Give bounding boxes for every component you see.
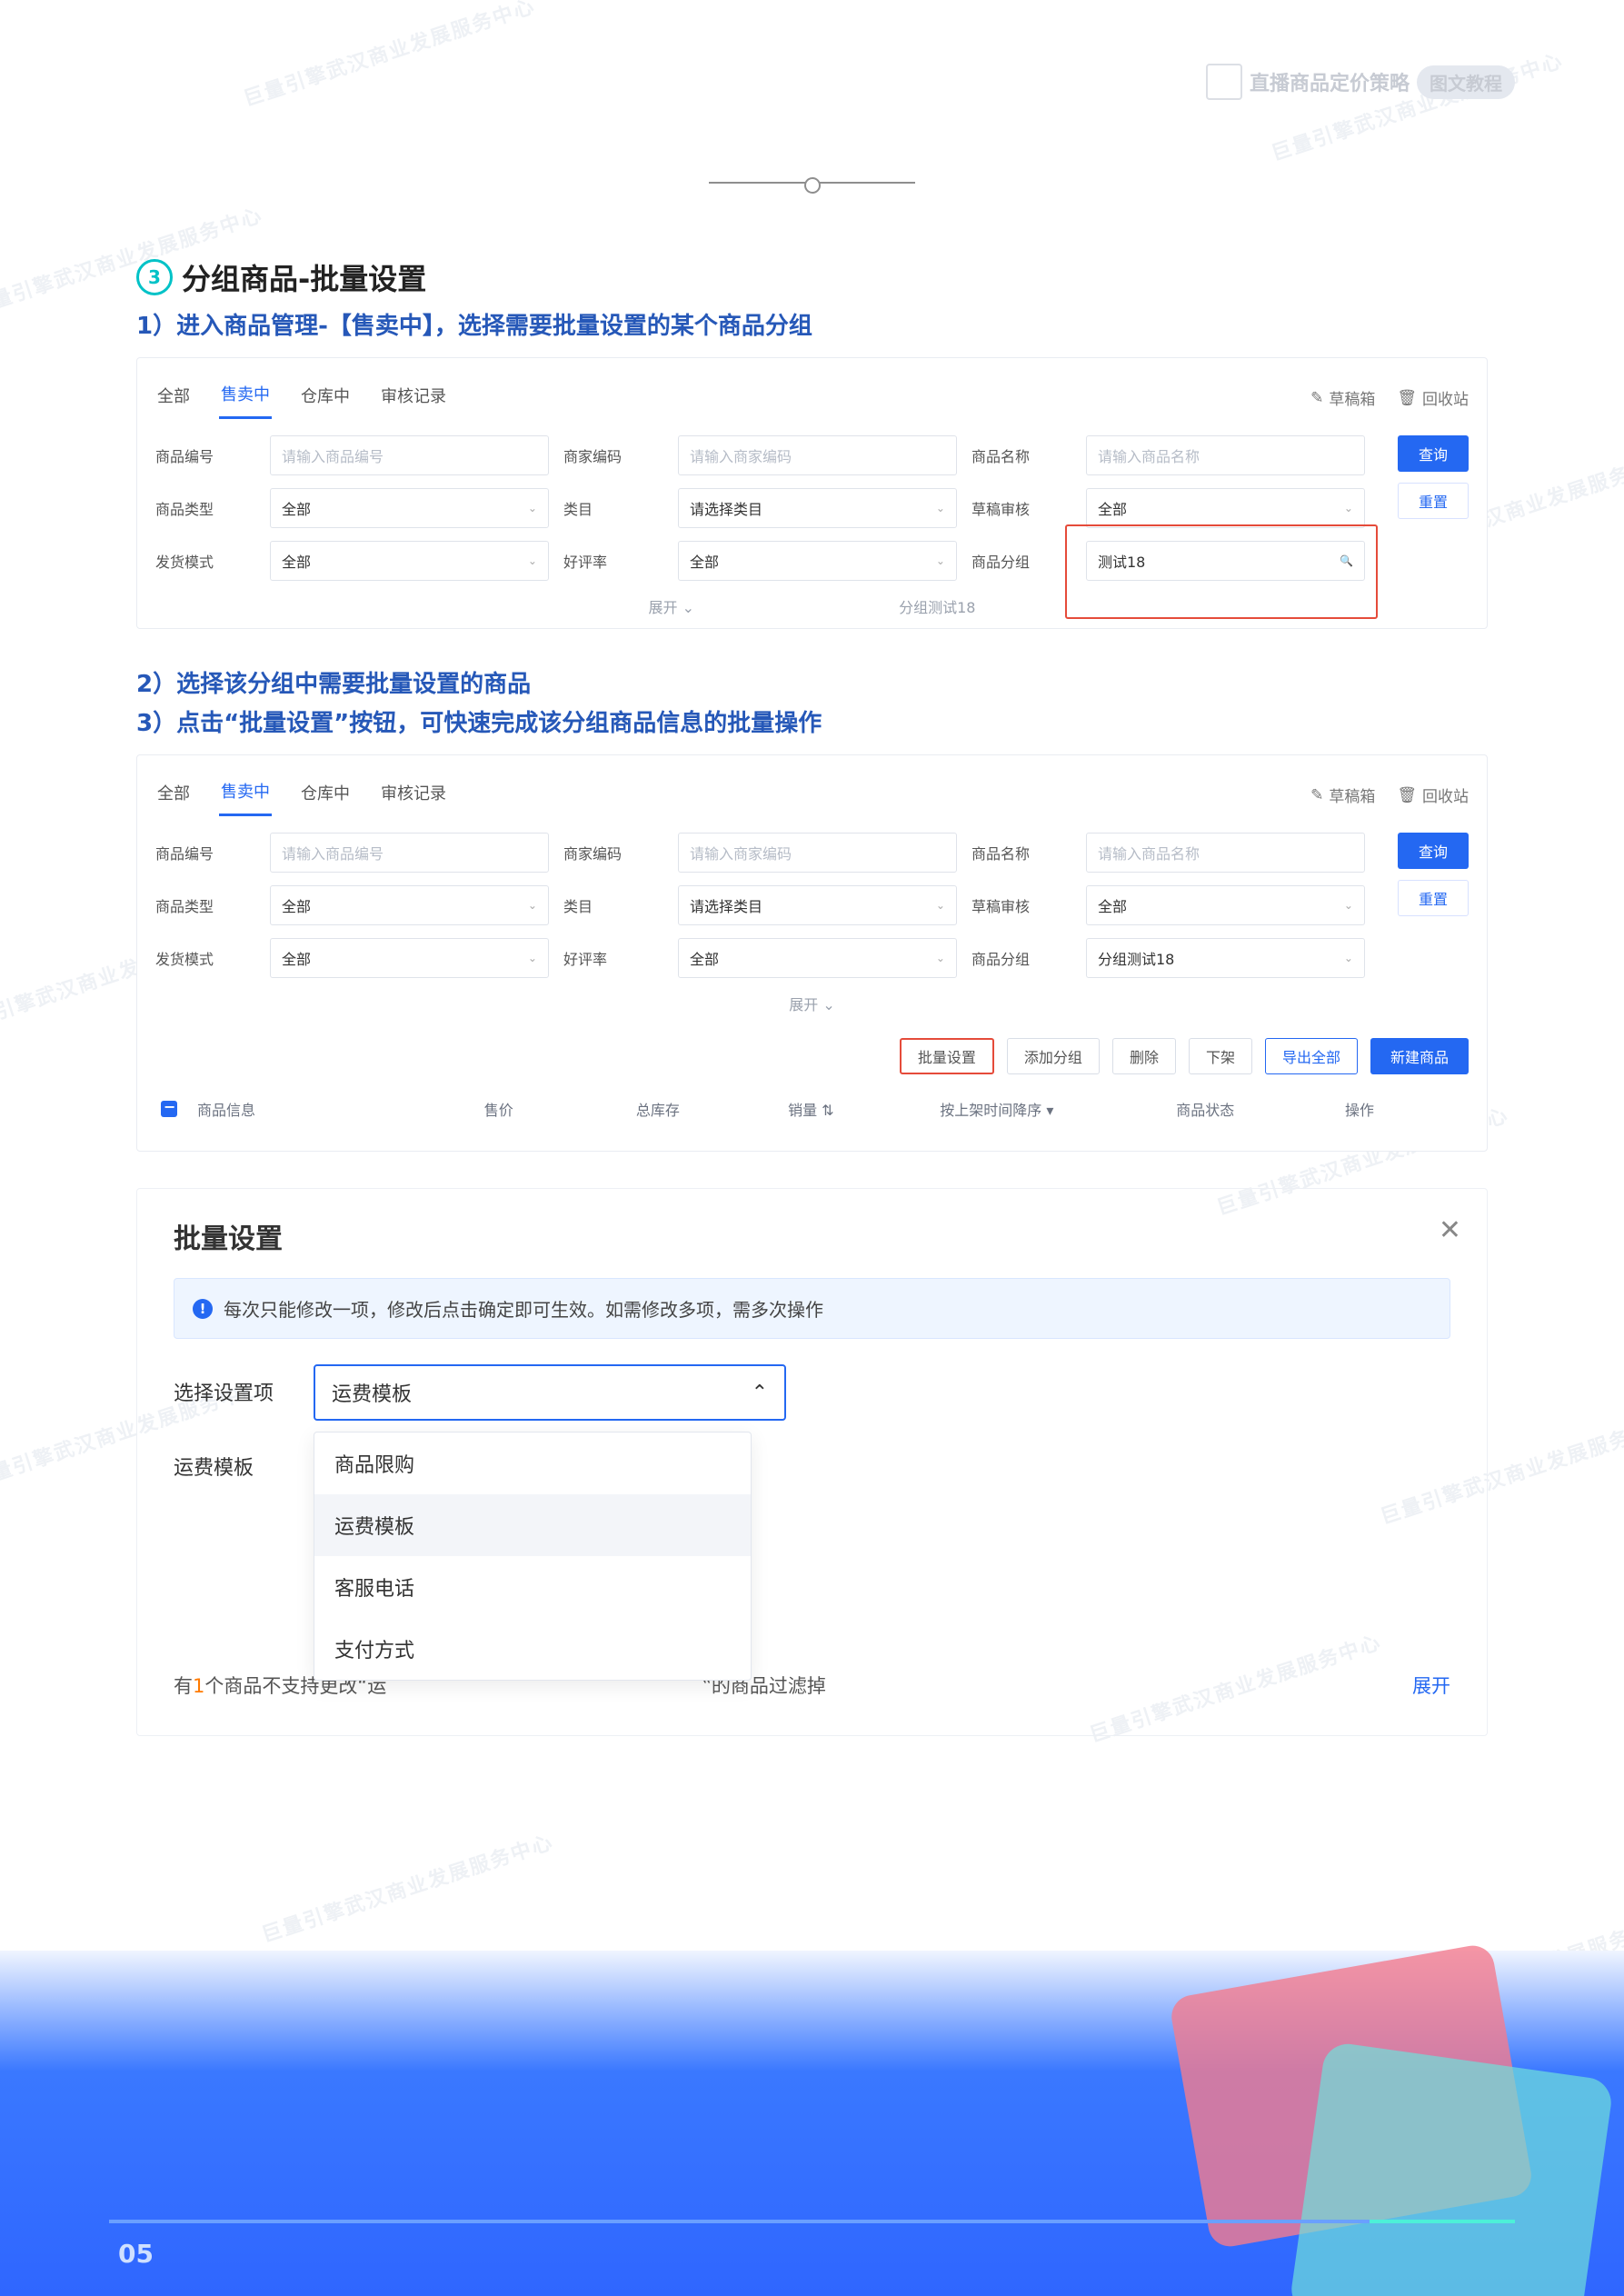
label-name: 商品名称 [971, 444, 1071, 466]
chevron-up-icon: ⌃ [752, 1382, 768, 1404]
add-group-button[interactable]: 添加分组 [1007, 1038, 1100, 1074]
label-sku: 商品编号 [155, 444, 255, 466]
input-sku-2[interactable]: 请输入商品编号 [270, 833, 549, 873]
option-ship[interactable]: 运费模板 [314, 1494, 751, 1556]
input-sku[interactable]: 请输入商品编号 [270, 435, 549, 475]
link-recycle[interactable]: 🗑 回收站 [1397, 386, 1469, 409]
query-button-2[interactable]: 查询 [1398, 833, 1469, 869]
input-sellercode[interactable]: 请输入商家编码 [678, 435, 957, 475]
input-name[interactable]: 请输入商品名称 [1086, 435, 1365, 475]
select-type[interactable]: 全部⌄ [270, 488, 549, 528]
select-type-2[interactable]: 全部⌄ [270, 885, 549, 925]
option-phone[interactable]: 客服电话 [314, 1556, 751, 1618]
divider-dot [804, 177, 821, 194]
select-draft-2[interactable]: 全部⌄ [1086, 885, 1365, 925]
section-title: 3 分组商品-批量设置 [136, 256, 1488, 298]
tab-all-2[interactable]: 全部 [155, 775, 192, 815]
label-draft: 草稿审核 [971, 497, 1071, 519]
info-alert: ! 每次只能修改一项，修改后点击确定即可生效。如需修改多项，需多次操作 [174, 1278, 1450, 1339]
select-group-2[interactable]: 分组测试18⌄ [1086, 938, 1365, 978]
select-cat[interactable]: 请选择类目⌄ [678, 488, 957, 528]
page-footer: 05 [0, 1951, 1624, 2296]
info-icon: ! [193, 1299, 213, 1319]
expand-link-2[interactable]: 展开 ⌄ [155, 993, 1469, 1014]
step-1: 1）进入商品管理-【售卖中】，选择需要批量设置的某个商品分组 [136, 307, 1488, 341]
book-icon [1206, 64, 1242, 100]
select-rate[interactable]: 全部⌄ [678, 541, 957, 581]
label-ship-template: 运费模板 [174, 1439, 292, 1481]
batch-set-button[interactable]: 批量设置 [900, 1038, 994, 1074]
tab-all[interactable]: 全部 [155, 378, 192, 418]
label-rate: 好评率 [563, 550, 663, 572]
label-cat: 类目 [563, 497, 663, 519]
label-ship: 发货模式 [155, 550, 255, 572]
query-button[interactable]: 查询 [1398, 435, 1469, 472]
step-2: 2）选择该分组中需要批量设置的商品 [136, 665, 1488, 699]
note-expand-link[interactable]: 展开 [1412, 1672, 1450, 1699]
tab-audit[interactable]: 审核记录 [379, 378, 448, 418]
select-all-checkbox[interactable] [161, 1101, 177, 1117]
tab-audit-2[interactable]: 审核记录 [379, 775, 448, 815]
choose-item-dropdown: 商品限购 运费模板 客服电话 支付方式 [314, 1432, 752, 1681]
section-number-badge: 3 [136, 259, 173, 295]
page-number: 05 [118, 2239, 154, 2269]
link-draft-2[interactable]: ✎ 草稿箱 [1310, 784, 1375, 806]
input-name-2[interactable]: 请输入商品名称 [1086, 833, 1365, 873]
select-ship[interactable]: 全部⌄ [270, 541, 549, 581]
select-choose-item[interactable]: 运费模板⌃ [314, 1364, 786, 1421]
filter-panel-2: 全部 售卖中 仓库中 审核记录 ✎ 草稿箱 🗑 回收站 商品编号 请输入商品编号… [136, 754, 1488, 1152]
expand-link[interactable]: 展开 ⌄ 分组测试18 [155, 595, 1469, 617]
link-draft[interactable]: ✎ 草稿箱 [1310, 386, 1375, 409]
option-limit[interactable]: 商品限购 [314, 1433, 751, 1494]
footer-graphic-2 [1289, 2041, 1615, 2296]
tab-stock-2[interactable]: 仓库中 [299, 775, 352, 815]
filter-panel-1: 全部 售卖中 仓库中 审核记录 ✎ 草稿箱 🗑 回收站 商品编号 请输入商品编号… [136, 357, 1488, 629]
close-icon[interactable]: ✕ [1439, 1214, 1461, 1246]
search-icon: 🔍 [1340, 554, 1353, 567]
input-sellercode-2[interactable]: 请输入商家编码 [678, 833, 957, 873]
tab-selling[interactable]: 售卖中 [219, 376, 272, 419]
select-group[interactable]: 测试18🔍 [1086, 541, 1365, 581]
select-draft[interactable]: 全部⌄ [1086, 488, 1365, 528]
export-all-button[interactable]: 导出全部 [1265, 1038, 1358, 1074]
reset-button-2[interactable]: 重置 [1398, 880, 1469, 916]
new-product-button[interactable]: 新建商品 [1370, 1038, 1469, 1074]
batch-set-modal: 批量设置 ✕ ! 每次只能修改一项，修改后点击确定即可生效。如需修改多项，需多次… [136, 1188, 1488, 1736]
label-choose-item: 选择设置项 [174, 1364, 292, 1406]
link-recycle-2[interactable]: 🗑 回收站 [1397, 784, 1469, 806]
step-3: 3）点击“批量设置”按钮，可快速完成该分组商品信息的批量操作 [136, 704, 1488, 738]
label-group: 商品分组 [971, 550, 1071, 572]
off-shelf-button[interactable]: 下架 [1189, 1038, 1252, 1074]
tab-stock[interactable]: 仓库中 [299, 378, 352, 418]
reset-button[interactable]: 重置 [1398, 483, 1469, 519]
delete-button[interactable]: 删除 [1112, 1038, 1176, 1074]
tab-selling-2[interactable]: 售卖中 [219, 774, 272, 816]
modal-title: 批量设置 [174, 1216, 1450, 1256]
select-ship-2[interactable]: 全部⌄ [270, 938, 549, 978]
option-pay[interactable]: 支付方式 [314, 1618, 751, 1680]
select-cat-2[interactable]: 请选择类目⌄ [678, 885, 957, 925]
footer-bar [109, 2220, 1515, 2223]
page-tag: 直播商品定价策略 图文教程 [1206, 64, 1515, 100]
label-type: 商品类型 [155, 497, 255, 519]
select-rate-2[interactable]: 全部⌄ [678, 938, 957, 978]
label-sellercode: 商家编码 [563, 444, 663, 466]
table-header: 商品信息 售价 总库存 销量 ⇅ 按上架时间降序 ▾ 商品状态 操作 [155, 1091, 1469, 1140]
